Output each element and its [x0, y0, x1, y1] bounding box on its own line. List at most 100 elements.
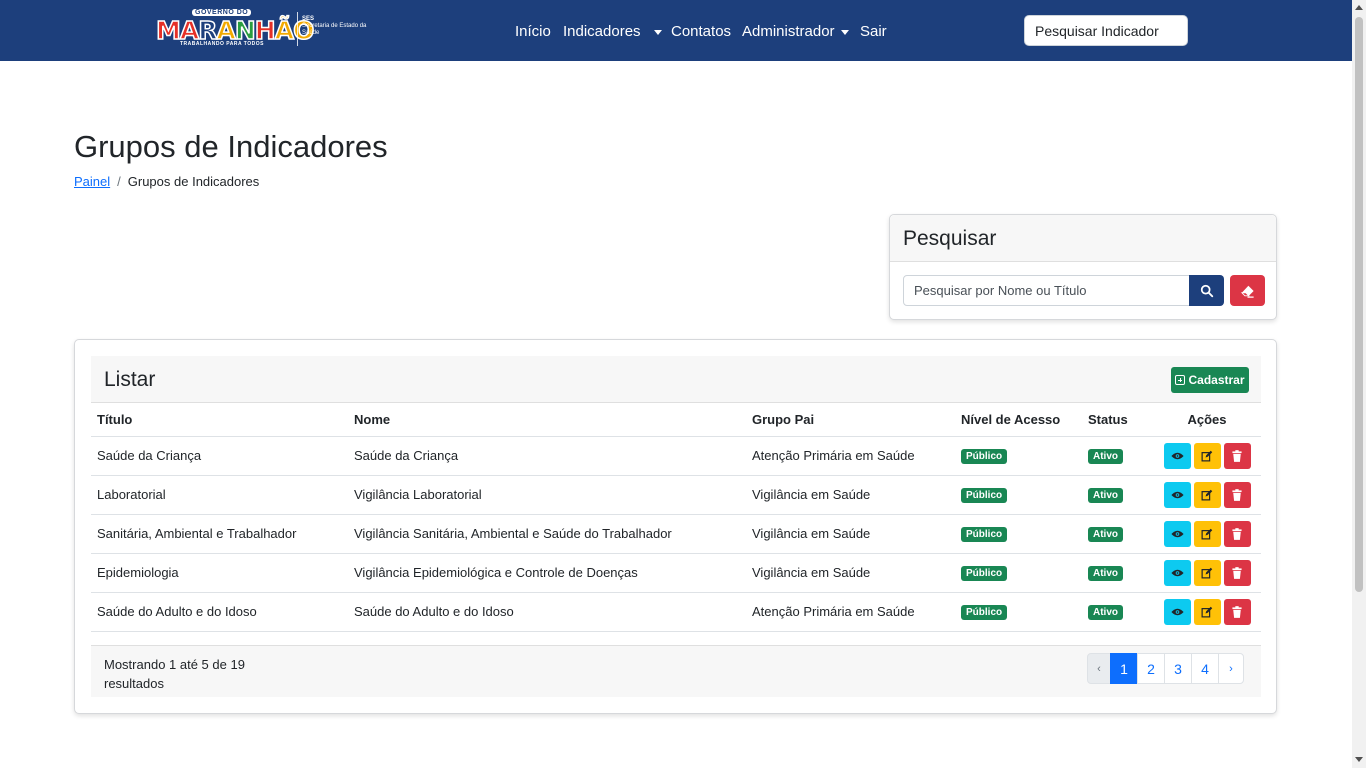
groups-table: Título Nome Grupo Pai Nível de Acesso St…: [91, 404, 1261, 632]
cell-acoes: [1153, 553, 1261, 593]
eye-icon: [1170, 530, 1184, 537]
access-level-badge: Público: [961, 605, 1008, 620]
col-nome[interactable]: Nome: [348, 404, 746, 437]
chevron-down-icon: [653, 29, 662, 35]
status-badge: Ativo: [1088, 449, 1123, 464]
cell-acoes: [1153, 514, 1261, 554]
cell-nome: Vigilância Sanitária, Ambiental e Saúde …: [348, 514, 746, 554]
status-badge: Ativo: [1088, 488, 1123, 503]
view-button[interactable]: [1163, 559, 1191, 586]
col-grupo-pai[interactable]: Grupo Pai: [746, 404, 955, 437]
table-row: Epidemiologia Vigilância Epidemiológica …: [91, 553, 1261, 593]
pagination-page-2[interactable]: 2: [1137, 653, 1165, 684]
search-card-title: Pesquisar: [890, 215, 1276, 262]
delete-button[interactable]: [1223, 559, 1251, 586]
nav-sair[interactable]: Sair: [860, 23, 887, 41]
eye-icon: [1170, 569, 1184, 576]
row-actions: [1159, 520, 1255, 547]
scroll-down-arrow-icon[interactable]: [1355, 757, 1363, 762]
col-status[interactable]: Status: [1082, 404, 1153, 437]
pagination-page-1[interactable]: 1: [1110, 653, 1138, 684]
edit-button[interactable]: [1193, 520, 1221, 547]
nav-administrador[interactable]: Administrador: [742, 23, 849, 41]
cell-titulo: Sanitária, Ambiental e Trabalhador: [91, 514, 348, 554]
view-button[interactable]: [1163, 598, 1191, 625]
results-count: Mostrando 1 até 5 de 19 resultados: [104, 657, 245, 691]
scroll-up-arrow-icon[interactable]: [1355, 5, 1363, 10]
pagination-next[interactable]: ›: [1218, 653, 1244, 684]
delete-button[interactable]: [1223, 520, 1251, 547]
trash-icon: [1232, 449, 1242, 462]
cell-status: Ativo: [1082, 514, 1153, 554]
ses-abbrev: SES: [302, 16, 315, 22]
view-button[interactable]: [1163, 442, 1191, 469]
eye-icon: [1170, 452, 1184, 459]
col-titulo[interactable]: Título: [91, 404, 348, 437]
cell-acoes: [1153, 592, 1261, 632]
clear-search-button[interactable]: [1230, 275, 1265, 306]
edit-icon: [1201, 489, 1213, 500]
cell-acoes: [1153, 436, 1261, 476]
logo-bottom-text: TRABALHANDO PARA TODOS: [180, 41, 264, 47]
table-row: Laboratorial Vigilância Laboratorial Vig…: [91, 475, 1261, 515]
row-actions: [1159, 442, 1255, 469]
chevron-down-icon: [840, 29, 849, 35]
add-group-label: Cadastrar: [1188, 373, 1245, 387]
edit-button[interactable]: [1193, 598, 1221, 625]
delete-button[interactable]: [1223, 481, 1251, 508]
breadcrumb-separator: /: [117, 174, 121, 189]
pagination-page-3[interactable]: 3: [1164, 653, 1192, 684]
top-navbar: GOVERNO DO MARANHÃO TRABALHANDO PARA TOD…: [0, 0, 1352, 61]
status-badge: Ativo: [1088, 605, 1123, 620]
add-group-button[interactable]: Cadastrar: [1171, 367, 1249, 393]
cell-titulo: Saúde do Adulto e do Idoso: [91, 592, 348, 632]
logo-top-text: GOVERNO DO: [192, 9, 252, 16]
delete-button[interactable]: [1223, 598, 1251, 625]
page-title: Grupos de Indicadores: [74, 129, 388, 164]
scroll-thumb[interactable]: [1355, 17, 1363, 592]
edit-button[interactable]: [1193, 481, 1221, 508]
search-button[interactable]: [1189, 275, 1224, 306]
eraser-icon: [1240, 285, 1254, 298]
pagination-page-4[interactable]: 4: [1191, 653, 1219, 684]
cell-titulo: Laboratorial: [91, 475, 348, 515]
list-card: Listar Cadastrar Título Nome Grupo Pai N…: [74, 339, 1277, 714]
logo-divider: [297, 12, 298, 46]
col-nivel-acesso[interactable]: Nível de Acesso: [955, 404, 1082, 437]
cell-nivel: Público: [955, 514, 1082, 554]
delete-button[interactable]: [1223, 442, 1251, 469]
trash-icon: [1232, 527, 1242, 540]
edit-button[interactable]: [1193, 442, 1221, 469]
indicator-search-input[interactable]: [1024, 15, 1188, 46]
view-button[interactable]: [1163, 481, 1191, 508]
cell-status: Ativo: [1082, 592, 1153, 632]
trash-icon: [1232, 566, 1242, 579]
search-name-title-input[interactable]: [903, 275, 1190, 306]
pagination-prev[interactable]: ‹: [1087, 653, 1111, 684]
cell-status: Ativo: [1082, 553, 1153, 593]
row-actions: [1159, 598, 1255, 625]
nav-contatos[interactable]: Contatos: [671, 23, 731, 41]
nav-indicadores[interactable]: Indicadores: [563, 23, 662, 41]
edit-button[interactable]: [1193, 559, 1221, 586]
page-scrollbar[interactable]: [1352, 0, 1366, 768]
cell-grupo-pai: Vigilância em Saúde: [746, 553, 955, 593]
col-acoes: Ações: [1153, 404, 1261, 437]
nav-inicio[interactable]: Início: [515, 23, 551, 41]
table-row: Saúde do Adulto e do Idoso Saúde do Adul…: [91, 592, 1261, 632]
table-row: Sanitária, Ambiental e Trabalhador Vigil…: [91, 514, 1261, 554]
cell-nivel: Público: [955, 553, 1082, 593]
pagination: ‹ 1 2 3 4 ›: [1087, 653, 1244, 684]
cell-status: Ativo: [1082, 475, 1153, 515]
row-actions: [1159, 559, 1255, 586]
status-badge: Ativo: [1088, 527, 1123, 542]
search-icon: [1200, 284, 1213, 297]
access-level-badge: Público: [961, 527, 1008, 542]
view-button[interactable]: [1163, 520, 1191, 547]
ses-subtitle: Secretaria de Estado da Saúde: [302, 23, 367, 36]
cell-nivel: Público: [955, 436, 1082, 476]
breadcrumb-home-link[interactable]: Painel: [74, 174, 110, 189]
list-card-footer: Mostrando 1 até 5 de 19 resultados ‹ 1 2…: [91, 645, 1261, 697]
maranhao-logo[interactable]: GOVERNO DO MARANHÃO TRABALHANDO PARA TOD…: [155, 9, 367, 52]
cell-grupo-pai: Atenção Primária em Saúde: [746, 436, 955, 476]
